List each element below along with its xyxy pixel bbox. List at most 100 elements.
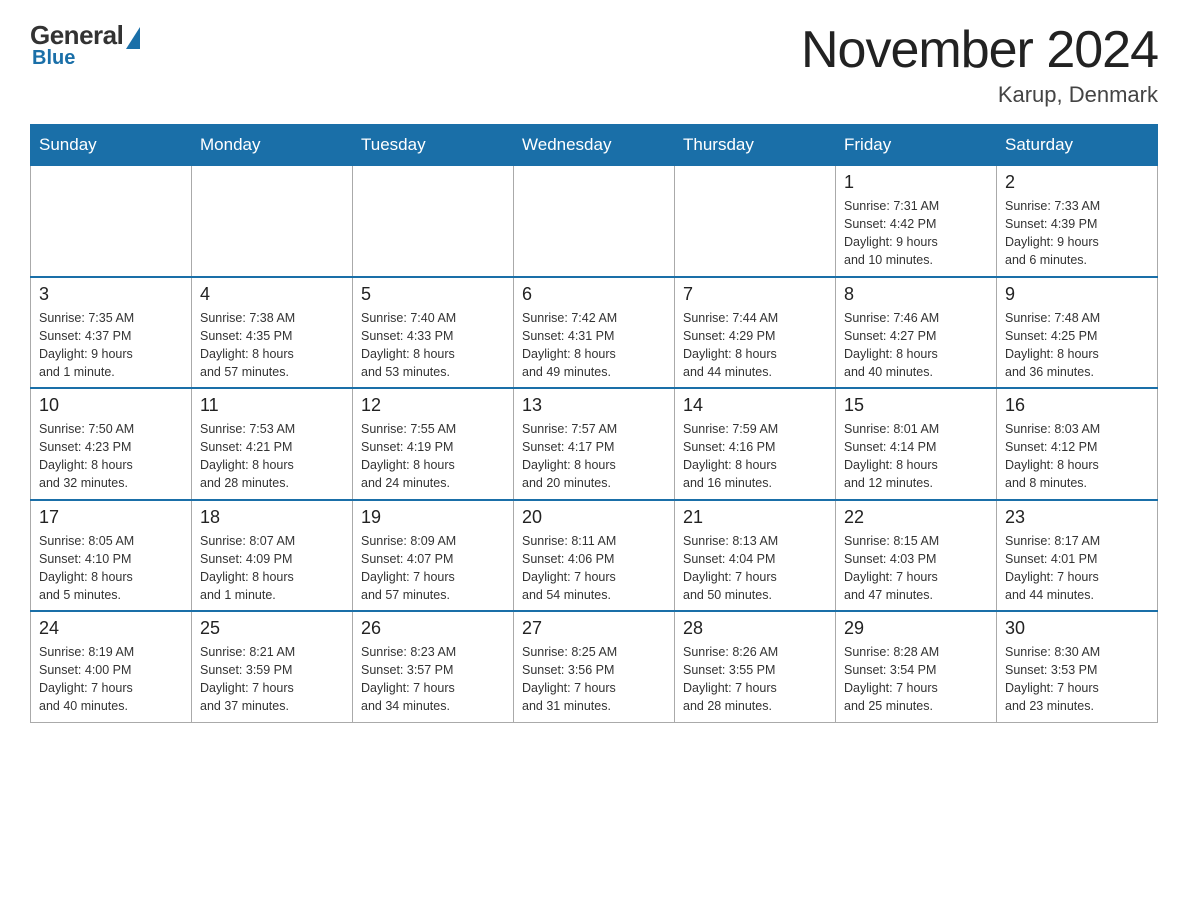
day-info: Sunrise: 7:38 AM Sunset: 4:35 PM Dayligh… xyxy=(200,309,344,382)
day-info: Sunrise: 8:13 AM Sunset: 4:04 PM Dayligh… xyxy=(683,532,827,605)
calendar-cell: 17 Sunrise: 8:05 AM Sunset: 4:10 PM Dayli… xyxy=(31,500,192,612)
day-number: 17 xyxy=(39,507,183,528)
calendar-cell xyxy=(192,166,353,277)
day-number: 5 xyxy=(361,284,505,305)
weekday-header-monday: Monday xyxy=(192,125,353,166)
day-info: Sunrise: 8:26 AM Sunset: 3:55 PM Dayligh… xyxy=(683,643,827,716)
calendar-cell: 8 Sunrise: 7:46 AM Sunset: 4:27 PM Daylig… xyxy=(836,277,997,389)
calendar-cell: 14 Sunrise: 7:59 AM Sunset: 4:16 PM Dayli… xyxy=(675,388,836,500)
calendar-cell: 23 Sunrise: 8:17 AM Sunset: 4:01 PM Dayli… xyxy=(997,500,1158,612)
title-area: November 2024 Karup, Denmark xyxy=(801,20,1158,108)
calendar-cell xyxy=(353,166,514,277)
day-info: Sunrise: 8:30 AM Sunset: 3:53 PM Dayligh… xyxy=(1005,643,1149,716)
day-number: 12 xyxy=(361,395,505,416)
calendar-week-5: 24Sunrise: 8:19 AM Sunset: 4:00 PM Dayli… xyxy=(31,611,1158,722)
calendar-week-2: 3 Sunrise: 7:35 AM Sunset: 4:37 PM Daylig… xyxy=(31,277,1158,389)
weekday-header-sunday: Sunday xyxy=(31,125,192,166)
day-number: 14 xyxy=(683,395,827,416)
day-info: Sunrise: 8:05 AM Sunset: 4:10 PM Dayligh… xyxy=(39,532,183,605)
calendar-cell: 9 Sunrise: 7:48 AM Sunset: 4:25 PM Daylig… xyxy=(997,277,1158,389)
day-info: Sunrise: 8:15 AM Sunset: 4:03 PM Dayligh… xyxy=(844,532,988,605)
day-number: 1 xyxy=(844,172,988,193)
location: Karup, Denmark xyxy=(801,82,1158,108)
calendar-week-4: 17 Sunrise: 8:05 AM Sunset: 4:10 PM Dayli… xyxy=(31,500,1158,612)
day-info: Sunrise: 7:40 AM Sunset: 4:33 PM Dayligh… xyxy=(361,309,505,382)
calendar-cell: 25 Sunrise: 8:21 AM Sunset: 3:59 PM Dayli… xyxy=(192,611,353,722)
calendar-cell: 7 Sunrise: 7:44 AM Sunset: 4:29 PM Daylig… xyxy=(675,277,836,389)
day-number: 22 xyxy=(844,507,988,528)
weekday-header-wednesday: Wednesday xyxy=(514,125,675,166)
calendar-cell: 18 Sunrise: 8:07 AM Sunset: 4:09 PM Dayli… xyxy=(192,500,353,612)
calendar-cell: 1 Sunrise: 7:31 AM Sunset: 4:42 PM Daylig… xyxy=(836,166,997,277)
day-info: Sunrise: 7:31 AM Sunset: 4:42 PM Dayligh… xyxy=(844,197,988,270)
logo-blue-text: Blue xyxy=(32,47,75,70)
day-number: 16 xyxy=(1005,395,1149,416)
calendar-cell: 26 Sunrise: 8:23 AM Sunset: 3:57 PM Dayli… xyxy=(353,611,514,722)
day-info: Sunrise: 7:57 AM Sunset: 4:17 PM Dayligh… xyxy=(522,420,666,493)
logo-triangle-icon xyxy=(126,27,140,49)
day-number: 23 xyxy=(1005,507,1149,528)
day-info: Sunrise: 8:17 AM Sunset: 4:01 PM Dayligh… xyxy=(1005,532,1149,605)
day-info: Sunrise: 7:50 AM Sunset: 4:23 PM Dayligh… xyxy=(39,420,183,493)
day-info: Sunrise: 8:03 AM Sunset: 4:12 PM Dayligh… xyxy=(1005,420,1149,493)
calendar-cell xyxy=(514,166,675,277)
day-number: 27 xyxy=(522,618,666,639)
weekday-header-tuesday: Tuesday xyxy=(353,125,514,166)
month-title: November 2024 xyxy=(801,20,1158,80)
day-info: Sunrise: 7:48 AM Sunset: 4:25 PM Dayligh… xyxy=(1005,309,1149,382)
weekday-header-friday: Friday xyxy=(836,125,997,166)
day-number: 7 xyxy=(683,284,827,305)
day-info: Sunrise: 8:07 AM Sunset: 4:09 PM Dayligh… xyxy=(200,532,344,605)
calendar-cell: 13 Sunrise: 7:57 AM Sunset: 4:17 PM Dayli… xyxy=(514,388,675,500)
day-number: 13 xyxy=(522,395,666,416)
calendar-cell: 2Sunrise: 7:33 AM Sunset: 4:39 PM Daylig… xyxy=(997,166,1158,277)
calendar-cell: 21 Sunrise: 8:13 AM Sunset: 4:04 PM Dayli… xyxy=(675,500,836,612)
day-info: Sunrise: 7:42 AM Sunset: 4:31 PM Dayligh… xyxy=(522,309,666,382)
day-number: 3 xyxy=(39,284,183,305)
calendar-cell: 4Sunrise: 7:38 AM Sunset: 4:35 PM Daylig… xyxy=(192,277,353,389)
calendar-cell: 27 Sunrise: 8:25 AM Sunset: 3:56 PM Dayli… xyxy=(514,611,675,722)
calendar-cell: 22 Sunrise: 8:15 AM Sunset: 4:03 PM Dayli… xyxy=(836,500,997,612)
day-number: 20 xyxy=(522,507,666,528)
day-info: Sunrise: 7:59 AM Sunset: 4:16 PM Dayligh… xyxy=(683,420,827,493)
day-info: Sunrise: 8:01 AM Sunset: 4:14 PM Dayligh… xyxy=(844,420,988,493)
day-number: 6 xyxy=(522,284,666,305)
day-number: 19 xyxy=(361,507,505,528)
day-number: 21 xyxy=(683,507,827,528)
day-number: 9 xyxy=(1005,284,1149,305)
calendar-cell: 24Sunrise: 8:19 AM Sunset: 4:00 PM Dayli… xyxy=(31,611,192,722)
day-number: 26 xyxy=(361,618,505,639)
calendar-cell: 20Sunrise: 8:11 AM Sunset: 4:06 PM Dayli… xyxy=(514,500,675,612)
header: General Blue November 2024 Karup, Denmar… xyxy=(30,20,1158,108)
calendar-cell: 16 Sunrise: 8:03 AM Sunset: 4:12 PM Dayli… xyxy=(997,388,1158,500)
day-number: 24 xyxy=(39,618,183,639)
day-number: 30 xyxy=(1005,618,1149,639)
calendar-cell xyxy=(675,166,836,277)
day-info: Sunrise: 8:21 AM Sunset: 3:59 PM Dayligh… xyxy=(200,643,344,716)
day-info: Sunrise: 8:25 AM Sunset: 3:56 PM Dayligh… xyxy=(522,643,666,716)
calendar-cell: 19 Sunrise: 8:09 AM Sunset: 4:07 PM Dayli… xyxy=(353,500,514,612)
weekday-header-thursday: Thursday xyxy=(675,125,836,166)
day-info: Sunrise: 8:09 AM Sunset: 4:07 PM Dayligh… xyxy=(361,532,505,605)
calendar-cell: 11 Sunrise: 7:53 AM Sunset: 4:21 PM Dayli… xyxy=(192,388,353,500)
calendar-cell: 10Sunrise: 7:50 AM Sunset: 4:23 PM Dayli… xyxy=(31,388,192,500)
day-info: Sunrise: 7:44 AM Sunset: 4:29 PM Dayligh… xyxy=(683,309,827,382)
day-number: 18 xyxy=(200,507,344,528)
day-info: Sunrise: 7:35 AM Sunset: 4:37 PM Dayligh… xyxy=(39,309,183,382)
calendar-week-1: 1 Sunrise: 7:31 AM Sunset: 4:42 PM Daylig… xyxy=(31,166,1158,277)
calendar-table: SundayMondayTuesdayWednesdayThursdayFrid… xyxy=(30,124,1158,723)
day-number: 15 xyxy=(844,395,988,416)
day-number: 25 xyxy=(200,618,344,639)
day-number: 2 xyxy=(1005,172,1149,193)
day-number: 8 xyxy=(844,284,988,305)
calendar-week-3: 10Sunrise: 7:50 AM Sunset: 4:23 PM Dayli… xyxy=(31,388,1158,500)
calendar-cell: 28Sunrise: 8:26 AM Sunset: 3:55 PM Dayli… xyxy=(675,611,836,722)
day-info: Sunrise: 7:46 AM Sunset: 4:27 PM Dayligh… xyxy=(844,309,988,382)
day-info: Sunrise: 8:23 AM Sunset: 3:57 PM Dayligh… xyxy=(361,643,505,716)
calendar-cell: 15 Sunrise: 8:01 AM Sunset: 4:14 PM Dayli… xyxy=(836,388,997,500)
calendar-cell: 6 Sunrise: 7:42 AM Sunset: 4:31 PM Daylig… xyxy=(514,277,675,389)
day-info: Sunrise: 7:53 AM Sunset: 4:21 PM Dayligh… xyxy=(200,420,344,493)
calendar-cell xyxy=(31,166,192,277)
day-number: 11 xyxy=(200,395,344,416)
day-number: 29 xyxy=(844,618,988,639)
